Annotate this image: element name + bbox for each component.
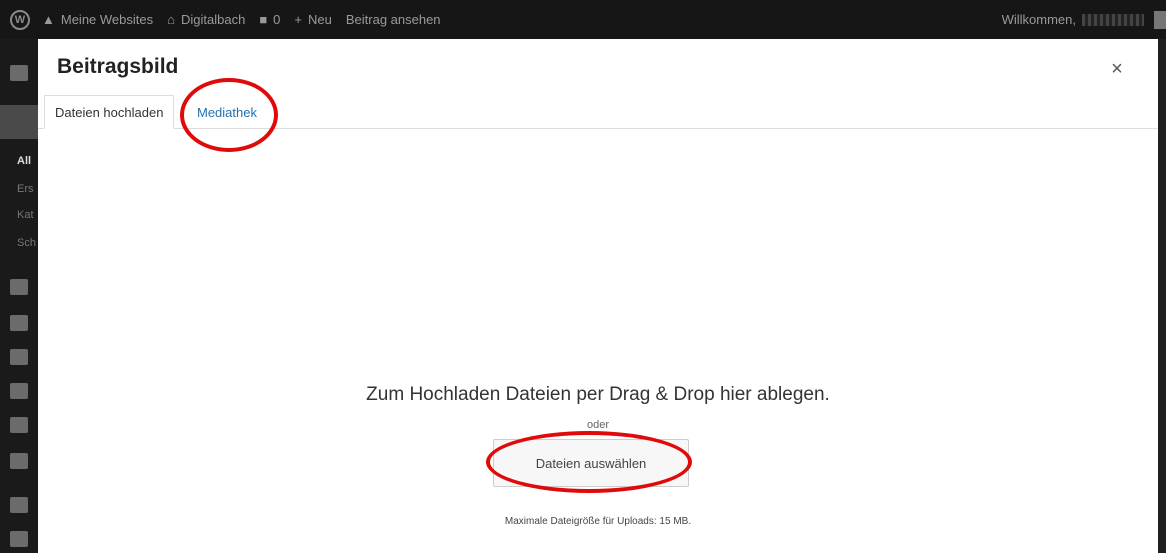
view-post-link[interactable]: Beitrag ansehen xyxy=(346,12,441,27)
or-label: oder xyxy=(586,419,610,431)
close-icon[interactable]: × xyxy=(1105,57,1129,81)
pages-icon[interactable] xyxy=(10,279,28,295)
avatar xyxy=(1154,10,1166,29)
download-icon[interactable] xyxy=(10,383,28,399)
comments-menu[interactable]: ■ 0 xyxy=(259,12,280,27)
submenu-item-all[interactable]: All xyxy=(17,155,31,167)
history-icon[interactable] xyxy=(10,453,28,469)
dashboard-icon[interactable] xyxy=(10,65,28,81)
submenu-item-categories[interactable]: Kat xyxy=(17,209,34,221)
submenu-item-new[interactable]: Ers xyxy=(17,183,34,195)
comments-icon[interactable] xyxy=(10,531,28,547)
posts-menu-item[interactable] xyxy=(0,105,38,139)
wordpress-logo-icon[interactable]: W xyxy=(10,9,30,30)
comment-icon: ■ xyxy=(259,12,268,27)
drop-zone-message: Zum Hochladen Dateien per Drag & Drop hi… xyxy=(366,384,830,405)
select-files-button[interactable]: Dateien auswählen xyxy=(493,439,689,487)
admin-menu: All Ers Kat Sch xyxy=(0,39,38,553)
my-sites-label: Meine Websites xyxy=(60,12,154,27)
background-edge xyxy=(1158,39,1166,553)
welcome-label: Willkommen, xyxy=(1001,12,1076,27)
my-sites-menu[interactable]: ▲ Meine Websites xyxy=(42,12,153,27)
site-name-menu[interactable]: ⌂ Digitalbach xyxy=(167,12,245,27)
featured-image-modal: Beitragsbild × Dateien hochladen Mediath… xyxy=(38,39,1158,553)
tools-icon[interactable] xyxy=(10,497,28,513)
feedback-icon[interactable] xyxy=(10,349,28,365)
tab-media-library[interactable]: Mediathek xyxy=(187,95,267,129)
modal-header: Beitragsbild × xyxy=(38,39,1158,91)
modal-title: Beitragsbild xyxy=(57,55,179,78)
new-label: Neu xyxy=(308,12,332,27)
modal-tab-bar: Dateien hochladen Mediathek xyxy=(38,91,1158,129)
site-name-label: Digitalbach xyxy=(180,12,246,27)
calendar-icon[interactable] xyxy=(10,315,28,331)
plus-icon: + xyxy=(294,12,302,27)
home-icon: ⌂ xyxy=(167,12,175,27)
new-content-menu[interactable]: + Neu xyxy=(294,12,331,27)
tab-upload-files[interactable]: Dateien hochladen xyxy=(44,95,175,129)
media-icon[interactable] xyxy=(10,417,28,433)
comments-count: 0 xyxy=(273,12,281,27)
redacted-username xyxy=(1082,13,1144,26)
my-account-menu[interactable]: Willkommen, xyxy=(1002,0,1166,39)
sites-icon: ▲ xyxy=(42,12,55,27)
max-upload-size-note: Maximale Dateigröße für Uploads: 15 MB. xyxy=(504,516,692,527)
admin-bar: W ▲ Meine Websites ⌂ Digitalbach ■ 0 + N… xyxy=(0,0,1166,39)
submenu-item-tags[interactable]: Sch xyxy=(17,237,36,249)
view-post-label: Beitrag ansehen xyxy=(345,12,441,27)
